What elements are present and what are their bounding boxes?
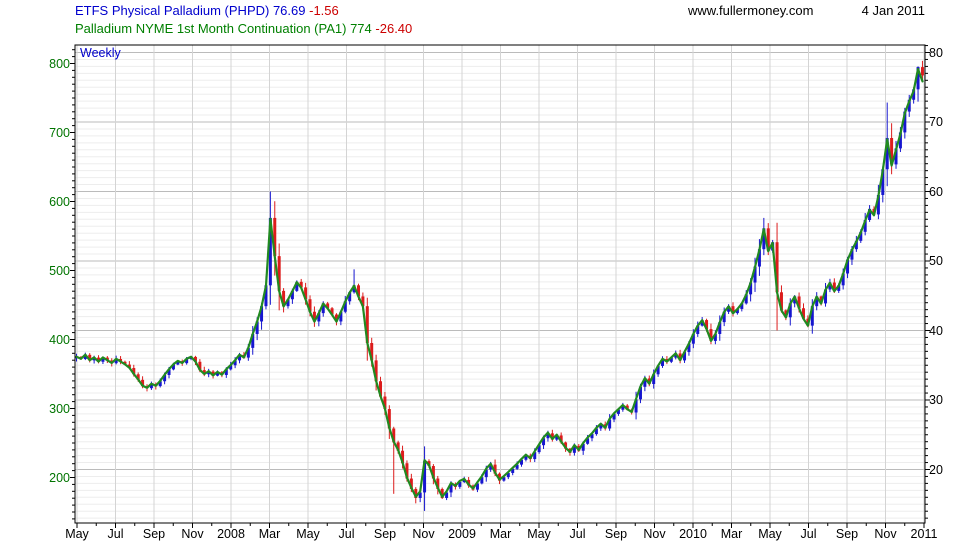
x-axis-tick-label: Sep: [835, 527, 859, 541]
right-axis-tick-label: 50: [929, 254, 943, 268]
chart-window: ETFS Physical Palladium (PHPD) 76.69 -1.…: [0, 0, 980, 560]
x-axis-tick-label: Sep: [604, 527, 628, 541]
x-axis-tick-label: May: [65, 527, 89, 541]
x-axis-tick-label: Jul: [338, 527, 355, 541]
x-axis-tick-label: Mar: [720, 527, 743, 541]
x-axis-tick-label: Nov: [181, 527, 204, 541]
x-axis-tick-label: Jul: [800, 527, 817, 541]
left-axis-tick-label: 800: [49, 56, 70, 71]
right-axis-tick-label: 30: [929, 393, 943, 407]
right-axis-tick-label: 60: [929, 184, 943, 199]
left-axis-tick-label: 400: [49, 332, 70, 347]
right-axis-tick-label: 20: [929, 462, 943, 477]
left-axis-tick-label: 300: [49, 401, 70, 416]
x-axis-tick-label: Nov: [412, 527, 435, 541]
right-axis-tick-label: 80: [929, 45, 943, 60]
left-axis-tick-label: 200: [49, 470, 70, 485]
gridlines: [75, 45, 925, 523]
price-chart-canvas[interactable]: [0, 0, 980, 560]
x-axis-tick-label: Sep: [373, 527, 397, 541]
phpd-candle-series[interactable]: [75, 60, 924, 511]
x-axis-tick-label: May: [296, 527, 320, 541]
x-axis-tick-label: Sep: [142, 527, 166, 541]
candle-body: [920, 67, 924, 76]
left-axis-tick-label: 600: [49, 194, 70, 209]
x-axis-tick-label: Jul: [569, 527, 586, 541]
right-axis-tick-label: 70: [929, 115, 943, 129]
x-axis-tick-label: 2010: [679, 527, 707, 541]
x-axis-tick-label: 2011: [910, 527, 938, 541]
x-axis-tick-label: Nov: [874, 527, 897, 541]
pa1-price-line: [75, 67, 924, 498]
x-axis-tick-label: 2008: [217, 527, 245, 541]
x-axis-tick-label: May: [758, 527, 782, 541]
x-axis-tick-label: Jul: [107, 527, 124, 541]
left-axis-tick-label: 700: [49, 125, 70, 140]
x-axis-tick-label: Mar: [258, 527, 281, 541]
x-axis-tick-label: Nov: [643, 527, 666, 541]
x-axis-tick-label: 2009: [448, 527, 476, 541]
x-axis-tick-label: Mar: [489, 527, 512, 541]
timeframe-label: Weekly: [80, 46, 121, 60]
pa1-line-series[interactable]: [75, 67, 924, 498]
right-axis-tick-label: 40: [929, 323, 943, 338]
left-axis-tick-label: 500: [49, 263, 70, 278]
x-axis-tick-label: May: [527, 527, 551, 541]
